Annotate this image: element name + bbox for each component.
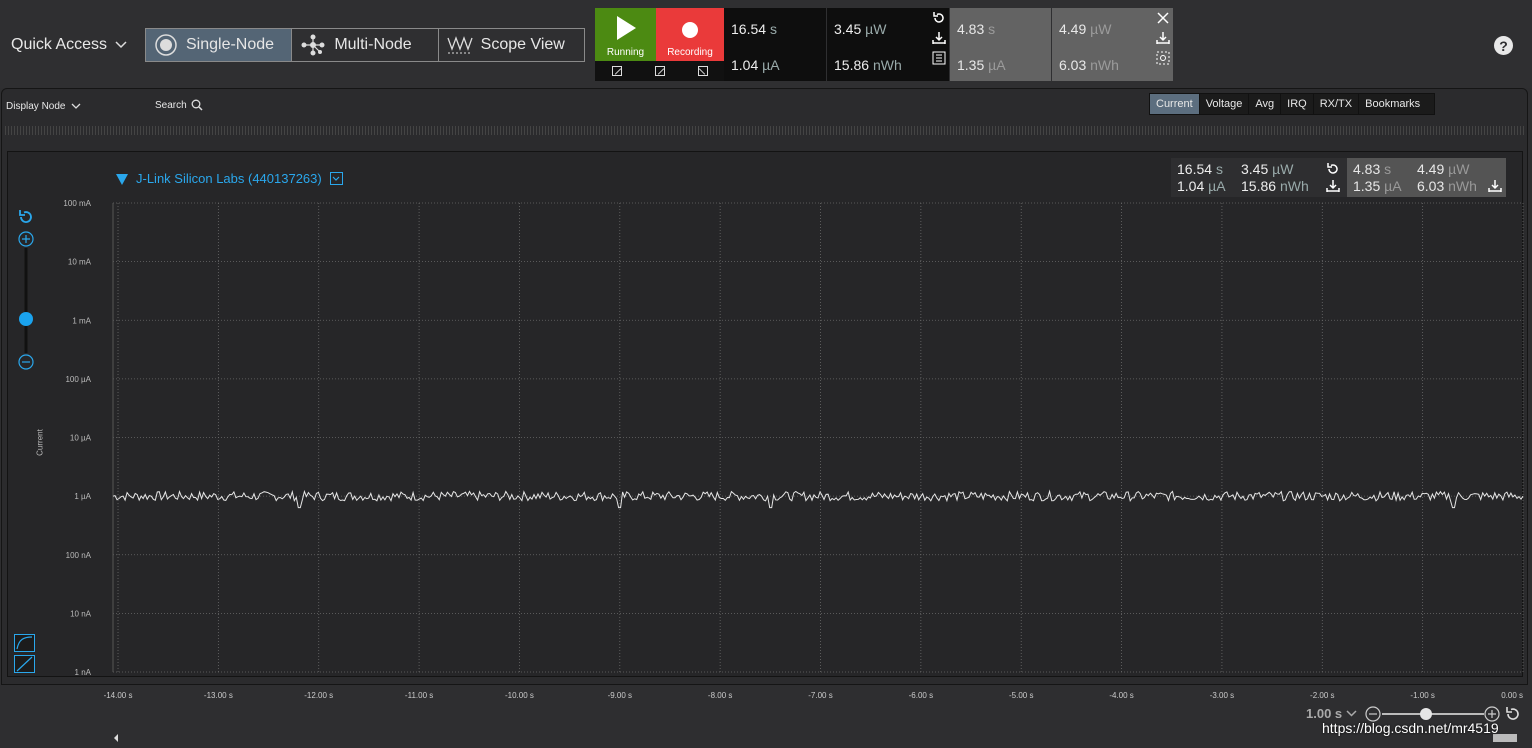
x-tick-label: -2.00 s xyxy=(1310,691,1334,700)
timebase-dropdown[interactable]: 1.00 s xyxy=(1306,706,1357,721)
y-tick-label: 100 mA xyxy=(63,199,91,208)
y-axis-labels: 100 mA 10 mA 1 mA 100 µA 10 µA 1 µA 100 nA 10 n… xyxy=(63,199,91,677)
y-tick-label: 10 mA xyxy=(68,258,92,267)
y-tick-label: 10 µA xyxy=(70,434,92,443)
x-tick-label: -14.00 s xyxy=(104,691,133,700)
x-tick-label: -10.00 s xyxy=(505,691,534,700)
y-tick-label: 10 nA xyxy=(70,609,92,618)
x-tick-label: 0.00 s xyxy=(1501,691,1523,700)
x-tick-label: -13.00 s xyxy=(204,691,233,700)
time-zoom-in-icon[interactable] xyxy=(1484,706,1500,722)
x-tick-label: -9.00 s xyxy=(608,691,632,700)
x-tick-label: -4.00 s xyxy=(1109,691,1133,700)
x-tick-label: -1.00 s xyxy=(1410,691,1434,700)
time-reset-icon[interactable] xyxy=(1506,707,1519,720)
watermark: https://blog.csdn.net/mr4519 xyxy=(1322,720,1499,736)
x-tick-label: -11.00 s xyxy=(405,691,433,700)
x-tick-label: -3.00 s xyxy=(1210,691,1234,700)
x-tick-label: -5.00 s xyxy=(1009,691,1033,700)
x-tick-label: -12.00 s xyxy=(304,691,333,700)
x-tick-label: -7.00 s xyxy=(808,691,832,700)
y-tick-label: 1 mA xyxy=(72,316,91,325)
timebase-value: 1.00 s xyxy=(1306,706,1343,721)
current-chart[interactable]: 100 mA 10 mA 1 mA 100 µA 10 µA 1 µA 100 nA 10 n… xyxy=(0,0,1532,748)
time-zoom-out-icon[interactable] xyxy=(1365,706,1381,722)
y-tick-label: 100 µA xyxy=(65,375,91,384)
y-tick-label: 100 nA xyxy=(66,551,92,560)
chevron-down-icon xyxy=(1346,710,1357,717)
x-tick-label: -6.00 s xyxy=(909,691,933,700)
current-trace xyxy=(112,489,1524,509)
x-tick-label: -8.00 s xyxy=(708,691,732,700)
y-tick-label: 1 µA xyxy=(74,492,91,501)
chart-grid xyxy=(112,202,1524,673)
y-tick-label: 1 nA xyxy=(75,668,92,677)
time-zoom-slider-handle[interactable] xyxy=(1420,708,1432,720)
horizontal-scrollbar[interactable] xyxy=(113,733,1517,743)
x-axis-labels: -14.00 s -13.00 s -12.00 s -11.00 s -10.00 s… xyxy=(104,691,1523,700)
